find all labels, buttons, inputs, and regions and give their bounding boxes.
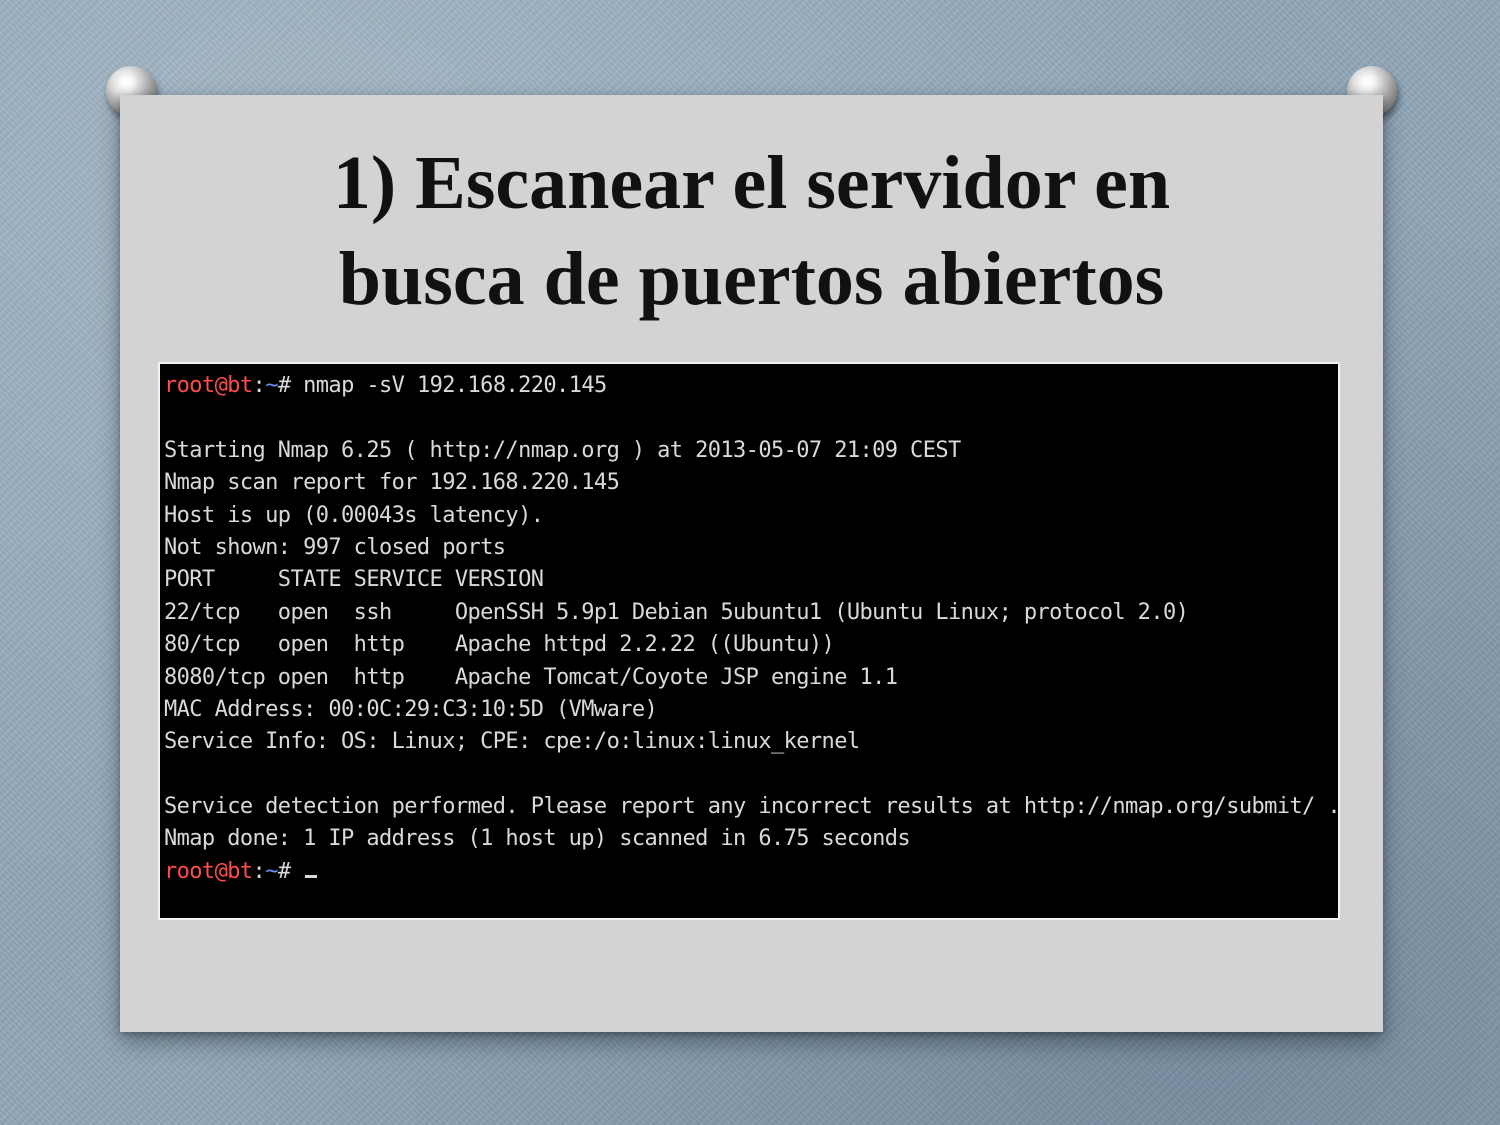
terminal-output-line: 22/tcp open ssh OpenSSH 5.9p1 Debian 5ub… — [164, 599, 1189, 625]
terminal-prompt-line: root@bt:~# — [164, 856, 1334, 888]
terminal-output-line: 8080/tcp open http Apache Tomcat/Coyote … — [164, 664, 898, 690]
terminal-output-line: Not shown: 997 closed ports — [164, 534, 506, 560]
terminal-command: nmap -sV 192.168.220.145 — [290, 373, 607, 398]
terminal-output-line: PORT STATE SERVICE VERSION — [164, 567, 544, 593]
terminal-output-line: Nmap scan report for 192.168.220.145 — [164, 470, 620, 496]
prompt-symbol: # — [277, 373, 291, 398]
slide-title: 1) Escanear el servidor en busca de puer… — [120, 135, 1383, 327]
terminal-output-line: Service Info: OS: Linux; CPE: cpe:/o:lin… — [164, 729, 860, 755]
terminal-output-line: Starting Nmap 6.25 ( http://nmap.org ) a… — [164, 437, 961, 463]
terminal-output-line: Nmap done: 1 IP address (1 host up) scan… — [164, 826, 911, 852]
prompt-path: ~ — [265, 858, 278, 884]
prompt-path: ~ — [265, 373, 278, 398]
terminal-output-line: MAC Address: 00:0C:29:C3:10:5D (VMware) — [164, 696, 658, 722]
terminal-screenshot: root@bt:~# nmap -sV 192.168.220.145 Star… — [158, 362, 1340, 920]
prompt-symbol: # — [277, 858, 291, 884]
slide-title-line-2: busca de puertos abiertos — [338, 237, 1165, 321]
prompt-separator: : — [252, 373, 266, 398]
terminal-output-line: Service detection performed. Please repo… — [164, 794, 1340, 820]
prompt-user: root@bt — [164, 373, 253, 398]
terminal-output-line: 80/tcp open http Apache httpd 2.2.22 ((U… — [164, 632, 835, 658]
prompt-separator: : — [252, 858, 266, 884]
terminal-cursor — [305, 874, 318, 878]
terminal-output-line: Host is up (0.00043s latency). — [164, 502, 544, 528]
prompt-user: root@bt — [164, 858, 253, 884]
terminal-command-line: root@bt:~# nmap -sV 192.168.220.145 — [164, 370, 1334, 402]
slide-title-line-1: 1) Escanear el servidor en — [332, 141, 1171, 225]
